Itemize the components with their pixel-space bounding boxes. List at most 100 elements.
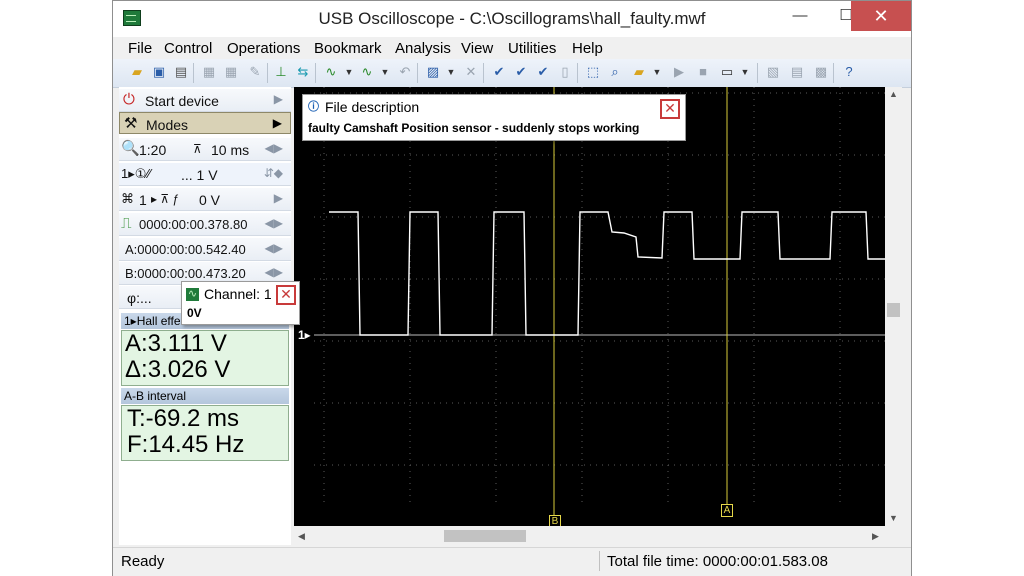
- image-icon[interactable]: ▧: [765, 64, 781, 80]
- channel-volts-row[interactable]: 1▸①∕∕ ... 1 V ⇵◆: [119, 163, 291, 186]
- menu-help[interactable]: Help: [572, 40, 603, 57]
- chevron-down-icon[interactable]: ▼: [443, 64, 459, 80]
- cursor-a-marker[interactable]: A: [721, 504, 733, 517]
- stepper-icon[interactable]: ◀▶: [265, 265, 283, 279]
- app-window: USB Oscilloscope - C:\Oscillograms\hall_…: [112, 0, 912, 576]
- print-icon[interactable]: ▤: [173, 64, 189, 80]
- voltage-measurement-box: A:3.111 V Δ:3.026 V: [121, 330, 289, 386]
- chevron-down-icon[interactable]: ▼: [649, 64, 665, 80]
- display-icon[interactable]: ▭: [719, 64, 735, 80]
- vertical-scroll-thumb[interactable]: [887, 303, 900, 317]
- stepper-icon[interactable]: ◀▶: [265, 141, 283, 155]
- cursor-b-marker[interactable]: B: [549, 515, 561, 526]
- channel-popup-value: 0V: [187, 306, 202, 320]
- check2-icon[interactable]: ✔: [513, 64, 529, 80]
- interval-measurement-box: T:-69.2 ms F:14.45 Hz: [121, 405, 289, 461]
- zoom-icon[interactable]: ⌕: [607, 64, 623, 80]
- chevron-down-icon[interactable]: ▼: [737, 64, 753, 80]
- toolbar-separator: [193, 63, 194, 83]
- help-icon[interactable]: ?: [841, 64, 857, 80]
- menu-utilities[interactable]: Utilities: [508, 40, 556, 57]
- channel-select-icon: 1▸①∕∕: [121, 166, 151, 181]
- paste-icon[interactable]: ▦: [223, 64, 239, 80]
- delete-icon[interactable]: ✕: [463, 64, 479, 80]
- stepper-icon[interactable]: ◀▶: [265, 241, 283, 255]
- horizontal-scrollbar[interactable]: ◀ ▶: [294, 527, 885, 545]
- copy-icon[interactable]: ▦: [201, 64, 217, 80]
- chevron-right-icon: ▶: [273, 191, 283, 205]
- select-icon[interactable]: ⬚: [585, 64, 601, 80]
- check-icon[interactable]: ✔: [491, 64, 507, 80]
- delta-voltage-value: Δ:3.026 V: [125, 356, 231, 383]
- close-doc-icon[interactable]: ▩: [813, 64, 829, 80]
- total-file-time: Total file time: 0000:00:01.583.08: [607, 553, 828, 570]
- trigger-icon: ⌘: [121, 191, 134, 206]
- waveform-plot: [314, 87, 885, 515]
- check3-icon[interactable]: ✔: [535, 64, 551, 80]
- period-value: T:-69.2 ms: [127, 405, 240, 432]
- stepper-icon[interactable]: ◀▶: [265, 216, 283, 230]
- stepper-icon[interactable]: ⇵◆: [264, 166, 283, 180]
- toolbar-separator: [315, 63, 316, 83]
- toolbar: ▰ ▣ ▤ ▦ ▦ ✎ ⊥ ⇆ ∿ ▼ ∿ ▼ ↶ ▨ ▼ ✕ ✔ ✔ ✔ ▯ …: [113, 59, 911, 88]
- frequency-value: F:14.45 Hz: [127, 431, 245, 458]
- toolbar-separator: [833, 63, 834, 83]
- close-icon[interactable]: ✕: [660, 99, 680, 119]
- save-icon[interactable]: ▣: [151, 64, 167, 80]
- menu-bar: File Control Operations Bookmark Analysi…: [113, 37, 911, 59]
- menu-file[interactable]: File: [128, 40, 152, 57]
- chevron-down-icon[interactable]: ▼: [341, 64, 357, 80]
- toolbar-separator: [483, 63, 484, 83]
- brush-icon[interactable]: ✎: [247, 64, 263, 80]
- title-bar[interactable]: USB Oscilloscope - C:\Oscillograms\hall_…: [113, 1, 911, 37]
- menu-control[interactable]: Control: [164, 40, 212, 57]
- signal2-icon[interactable]: ∿: [359, 64, 375, 80]
- bookmark-icon[interactable]: ▰: [631, 64, 647, 80]
- start-device-button[interactable]: ⏻ Start device ▶: [119, 89, 291, 112]
- vertical-scrollbar[interactable]: ▲ ▼: [885, 87, 902, 526]
- toolbar-separator: [757, 63, 758, 83]
- open-icon[interactable]: ▰: [129, 64, 145, 80]
- undo-icon[interactable]: ↶: [397, 64, 413, 80]
- scroll-up-icon[interactable]: ▲: [889, 89, 898, 99]
- doc-icon[interactable]: ▤: [789, 64, 805, 80]
- chevron-right-icon: ▶: [273, 92, 283, 106]
- scroll-right-icon[interactable]: ▶: [872, 531, 879, 542]
- close-window-button[interactable]: ✕: [851, 1, 911, 31]
- menu-analysis[interactable]: Analysis: [395, 40, 451, 57]
- toolbar-separator: [417, 63, 418, 83]
- scroll-left-icon[interactable]: ◀: [298, 531, 305, 542]
- status-bar: Ready Total file time: 0000:00:01.583.08: [113, 547, 911, 576]
- close-icon[interactable]: ✕: [276, 285, 296, 305]
- measure-icon[interactable]: ▨: [425, 64, 441, 80]
- cursor-a-row[interactable]: A:0000:00:00.542.40 ◀▶: [119, 238, 291, 261]
- modes-button[interactable]: ⚒ Modes ▶: [119, 112, 291, 134]
- a-voltage-value: A:3.111 V: [125, 330, 227, 357]
- file-description-title: File description: [325, 99, 420, 115]
- info-icon: ⓘ: [308, 101, 319, 113]
- oscilloscope-display[interactable]: B A 1▸: [294, 87, 885, 526]
- channel-icon[interactable]: ⇆: [295, 64, 311, 80]
- status-text: Ready: [121, 553, 165, 570]
- hammer-icon: ⚒: [124, 115, 138, 132]
- horizontal-scroll-thumb[interactable]: [444, 530, 526, 542]
- cursor-icon[interactable]: ⊥: [273, 64, 289, 80]
- play-icon[interactable]: ▶: [671, 64, 687, 80]
- minimize-button[interactable]: —: [777, 1, 823, 31]
- menu-view[interactable]: View: [461, 40, 493, 57]
- scroll-down-icon[interactable]: ▼: [889, 513, 898, 523]
- page-icon[interactable]: ▯: [557, 64, 573, 80]
- signal-icon[interactable]: ∿: [323, 64, 339, 80]
- zoom-timebase-row[interactable]: 🔍 1:20 ⊼ 10 ms ◀▶: [119, 138, 291, 161]
- stop-icon[interactable]: ■: [695, 64, 711, 80]
- chevron-down-icon[interactable]: ▼: [377, 64, 393, 80]
- timebase-icon: ⊼: [193, 142, 202, 156]
- channel-1-marker[interactable]: 1▸: [298, 328, 311, 342]
- trigger-time-row[interactable]: ⎍ 0000:00:00.378.80 ◀▶: [119, 213, 291, 236]
- menu-operations[interactable]: Operations: [227, 40, 300, 57]
- toolbar-separator: [577, 63, 578, 83]
- trigger-row[interactable]: ⌘ 1 ▸ ⊼ ƒ 0 V ▶: [119, 188, 291, 211]
- menu-bookmark[interactable]: Bookmark: [314, 40, 382, 57]
- file-description-popup: ⓘ File description ✕ faulty Camshaft Pos…: [302, 94, 686, 141]
- channel-popup-title: Channel: 1: [204, 286, 272, 302]
